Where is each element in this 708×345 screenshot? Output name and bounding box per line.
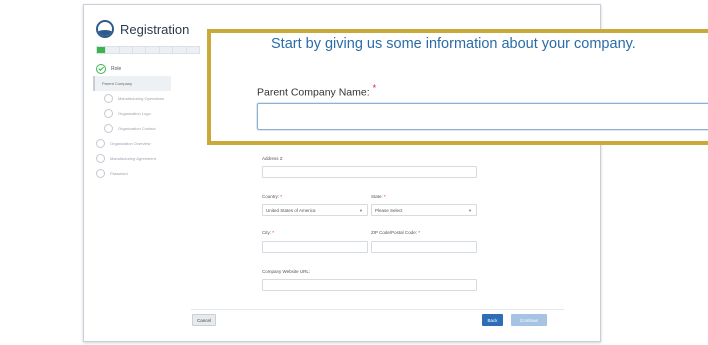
continue-button[interactable]: Continue (511, 314, 547, 326)
parent-company-name-label: Parent Company Name: * (257, 83, 377, 99)
progress-segment (145, 47, 158, 53)
country-selected-value: United States of America (266, 208, 316, 213)
website-input[interactable] (262, 279, 477, 291)
empty-circle-icon (104, 124, 113, 133)
address-2-input[interactable] (262, 166, 477, 178)
progress-segment (172, 47, 185, 53)
progress-fill (97, 47, 106, 53)
empty-circle-icon (96, 139, 105, 148)
zip-input[interactable] (371, 241, 477, 253)
step-organization-overview[interactable]: Organization Overview (96, 136, 206, 151)
progress-segment (105, 47, 118, 53)
city-input[interactable] (262, 241, 368, 253)
step-parent-company[interactable]: Parent Company (93, 76, 171, 91)
website-label: Company Website URL: (262, 269, 311, 274)
back-button[interactable]: Back (482, 314, 503, 326)
footer-divider (191, 309, 564, 310)
state-label: State: * (371, 194, 386, 199)
step-label: Organization Overview (110, 141, 151, 146)
required-mark: * (372, 83, 377, 93)
section-headline: Start by giving us some information abou… (271, 36, 636, 52)
progress-segment (185, 47, 199, 53)
empty-circle-icon (96, 154, 105, 163)
step-manufacturing-operations[interactable]: Manufacturing Operations (96, 91, 206, 106)
chevron-down-icon: ▼ (359, 208, 363, 213)
person-logo-icon (96, 20, 114, 38)
country-label: Country: * (262, 194, 283, 199)
city-label: City: * (262, 230, 275, 235)
step-role[interactable]: Role (96, 61, 206, 76)
step-list: Role Parent Company Manufacturing Operat… (93, 61, 206, 181)
step-label: Password (110, 171, 128, 176)
step-organization-contact[interactable]: Organization Contact (96, 121, 206, 136)
step-label: Organization Contact (118, 126, 156, 131)
progress-segment (158, 47, 172, 53)
app-title: Registration (120, 21, 190, 37)
step-label: Manufacturing Operations (118, 96, 165, 101)
address-2-label: Address 2: (262, 156, 284, 161)
registration-progress-bar (96, 46, 200, 54)
state-selected-value: Please Select (375, 208, 403, 213)
progress-segment (118, 47, 132, 53)
empty-circle-icon (96, 169, 105, 178)
step-organization-logo[interactable]: Organization Logo (96, 106, 206, 121)
step-label: Parent Company (102, 81, 133, 86)
step-label: Organization Logo (118, 111, 151, 116)
zoom-callout: Start by giving us some information abou… (207, 29, 708, 145)
empty-circle-icon (104, 109, 113, 118)
step-label: Manufacturing Agreement (110, 156, 156, 161)
progress-segment (131, 47, 145, 53)
empty-circle-icon (104, 94, 113, 103)
state-select[interactable]: Please Select ▼ (371, 204, 477, 216)
step-label: Role (111, 65, 122, 72)
chevron-down-icon: ▼ (468, 208, 472, 213)
step-password[interactable]: Password (96, 166, 206, 181)
check-circle-icon (96, 63, 106, 74)
cancel-button[interactable]: Cancel (192, 314, 216, 326)
country-select[interactable]: United States of America ▼ (262, 204, 368, 216)
zip-label: ZIP Code/Postal Code: * (371, 230, 420, 235)
parent-company-name-input[interactable] (257, 103, 708, 130)
brand: Registration (96, 20, 189, 38)
step-manufacturing-agreement[interactable]: Manufacturing Agreement (96, 151, 206, 166)
